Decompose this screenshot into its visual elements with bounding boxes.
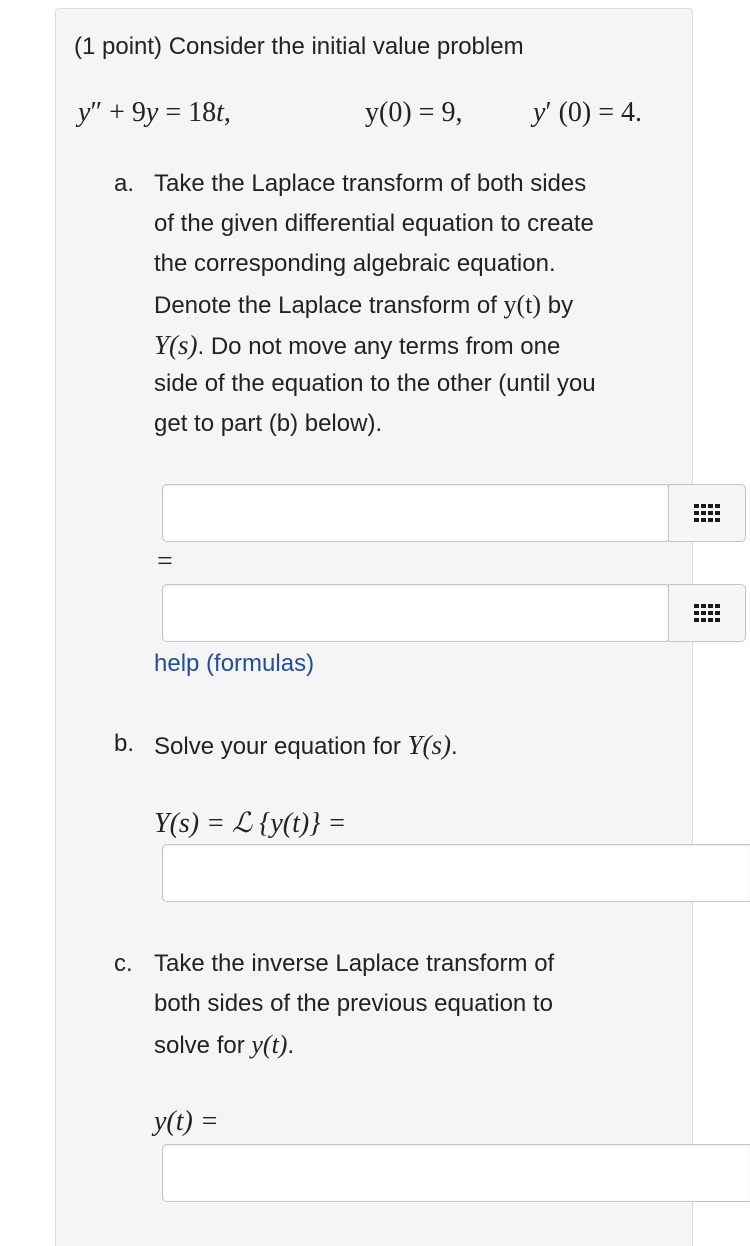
eq-y: y: [78, 97, 91, 128]
part-a-equals-sign: =: [157, 546, 173, 577]
eq-plus-nine: + 9: [102, 97, 146, 128]
part-c-y-of-t: y(t): [251, 1030, 288, 1059]
part-b-label: Y(s) = ℒ {y(t)} =: [154, 808, 347, 839]
eq-double-prime: ″: [90, 97, 103, 128]
part-a-line-7: get to part (b) below).: [154, 410, 383, 437]
part-a-Y-of-s: Y(s): [154, 330, 198, 360]
part-b-text-end: .: [451, 733, 458, 760]
eq-equals-18: = 18: [158, 97, 217, 128]
equation-editor-button-1[interactable]: [668, 484, 746, 542]
part-a-line-2: of the given differential equation to cr…: [154, 210, 594, 237]
part-b-input[interactable]: [162, 844, 750, 902]
part-a-line-4: Denote the Laplace transform of y(t) by: [154, 290, 573, 320]
part-c-line-2: both sides of the previous equation to: [154, 990, 553, 1017]
eq-t: t: [216, 97, 224, 128]
part-a-line-6: side of the equation to the other (until…: [154, 370, 596, 397]
part-c-line-3-end: .: [287, 1032, 295, 1059]
ic2-y: y: [533, 97, 546, 128]
part-c-line-1: Take the inverse Laplace transform of: [154, 950, 555, 977]
part-c-line-3-text: solve for: [154, 1032, 252, 1059]
equation-editor-button-2[interactable]: [668, 584, 746, 642]
help-formulas-link[interactable]: help (formulas): [154, 650, 314, 678]
part-a-rhs-input[interactable]: [162, 584, 670, 642]
part-c-label: y(t) =: [154, 1106, 219, 1137]
initial-condition-1: y(0) = 9,: [365, 97, 463, 128]
part-a-line-1: Take the Laplace transform of both sides: [154, 170, 587, 197]
initial-condition-2: y′ (0) = 4.: [533, 97, 642, 129]
part-a-lhs-input[interactable]: [162, 484, 670, 542]
part-a-marker: a.: [114, 170, 135, 197]
eq-y2: y: [145, 97, 159, 128]
part-a-line-5-text: . Do not move any terms from one: [197, 333, 561, 360]
grid-icon: [694, 504, 720, 522]
part-a-line-4-text: Denote the Laplace transform of: [154, 292, 504, 319]
differential-equation: y″ + 9y = 18t,: [78, 97, 231, 129]
part-c-marker: c.: [114, 950, 133, 977]
part-b-text: Solve your equation for Y(s).: [154, 730, 458, 761]
part-b-text-main: Solve your equation for: [154, 733, 408, 760]
part-b-Y-of-s: Y(s): [407, 730, 452, 760]
problem-header: (1 point) Consider the initial value pro…: [74, 33, 524, 60]
grid-icon: [694, 604, 720, 622]
part-b-marker: b.: [114, 730, 135, 757]
part-a-y-of-t: y(t): [503, 290, 542, 319]
part-a-line-3: the corresponding algebraic equation.: [154, 250, 556, 277]
part-c-line-3: solve for y(t).: [154, 1030, 294, 1060]
ic2-rest: ′ (0) = 4.: [545, 97, 643, 128]
part-a-line-5: Y(s). Do not move any terms from one: [154, 330, 560, 361]
part-a-line-4-end: by: [541, 292, 574, 319]
part-c-input[interactable]: [162, 1144, 750, 1202]
eq-comma: ,: [223, 97, 231, 128]
